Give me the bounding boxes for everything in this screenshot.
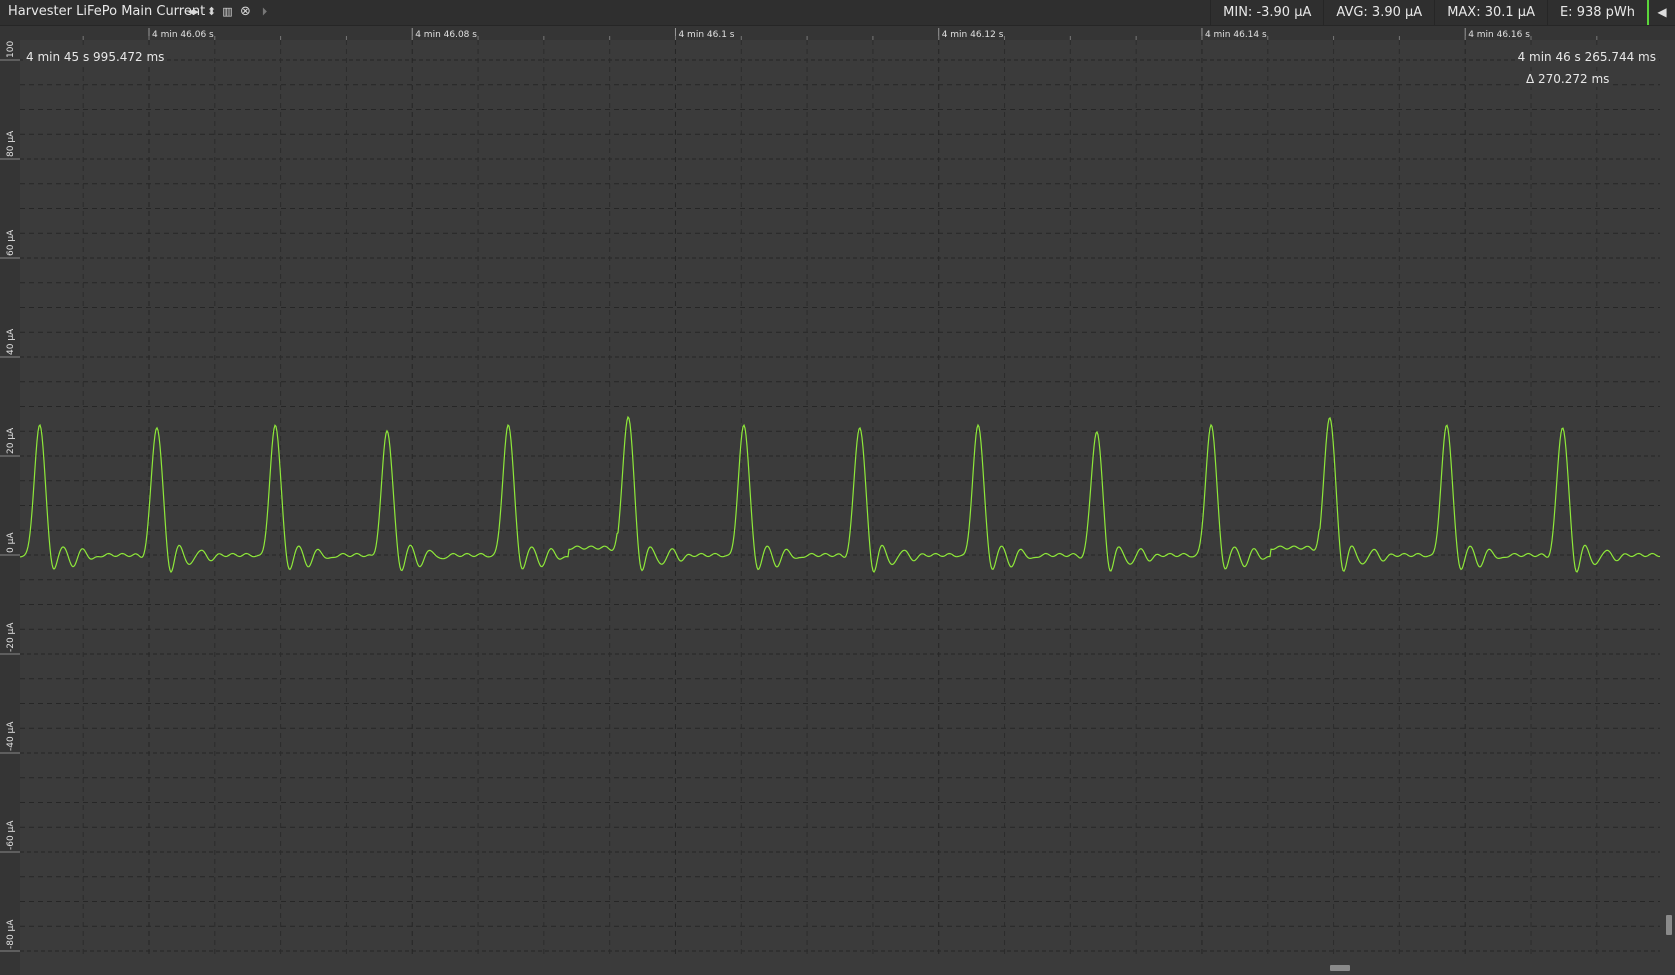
y-tick-label: 40 µA — [6, 328, 16, 355]
y-axis: 100 80 µA 60 µA 40 µA 20 µA 0 µA -20 µA -40 µA -… — [0, 40, 20, 975]
avg-stat: AVG: 3.90 µA — [1323, 0, 1434, 25]
y-tick-label: -80 µA — [6, 919, 16, 949]
y-tick-label: -60 µA — [6, 820, 16, 850]
x-tick-label: 4 min 46.06 s — [152, 30, 214, 40]
y-tick-label: 0 µA — [6, 532, 16, 553]
x-tick-label: 4 min 46.14 s — [1205, 30, 1267, 40]
vertical-expand-icon[interactable]: ⬍ — [205, 5, 218, 19]
collapse-panel-icon[interactable]: ◀ — [1647, 0, 1675, 25]
x-tick-label: 4 min 46.08 s — [415, 30, 477, 40]
close-icon[interactable]: ⊗ — [239, 5, 252, 19]
channel-title: Harvester LiFePo Main Current — [8, 4, 206, 19]
x-tick-label: 4 min 46.12 s — [942, 30, 1004, 40]
play-next-icon[interactable]: ⏵ — [258, 5, 271, 19]
max-stat: MAX: 30.1 µA — [1434, 0, 1547, 25]
horizontal-scrollbar[interactable] — [1330, 965, 1350, 971]
y-tick-label: 20 µA — [6, 427, 16, 454]
y-tick-label: 60 µA — [6, 229, 16, 256]
cursor-delta: Δ 270.272 ms — [1523, 71, 1613, 87]
x-tick-label: 4 min 46.16 s — [1468, 30, 1530, 40]
chart-grid — [20, 40, 1660, 958]
energy-stat: E: 938 pWh — [1546, 0, 1647, 25]
y-tick-label: 100 — [6, 41, 16, 58]
x-tick-label: 4 min 46.1 s — [678, 30, 734, 40]
y-tick-label: -20 µA — [6, 622, 16, 652]
min-stat: MIN: -3.90 µA — [1210, 0, 1323, 25]
toolbar: Harvester LiFePo Main Current ◂▸ ⬍ ▥ ⊗ ⏵… — [0, 0, 1675, 26]
stats-panel: MIN: -3.90 µA AVG: 3.90 µA MAX: 30.1 µA … — [1210, 0, 1675, 25]
current-chart[interactable]: 100 80 µA 60 µA 40 µA 20 µA 0 µA -20 µA -40 µA -… — [0, 26, 1675, 975]
right-cursor-time: 4 min 46 s 265.744 ms — [1514, 49, 1659, 65]
left-cursor-time: 4 min 45 s 995.472 ms — [23, 49, 168, 65]
vertical-scrollbar[interactable] — [1666, 915, 1672, 935]
bar-view-icon[interactable]: ▥ — [221, 5, 234, 19]
x-axis: 4 min 46.06 s 4 min 46.08 s 4 min 46.1 s 4 … — [0, 26, 1675, 40]
y-tick-label: 80 µA — [6, 130, 16, 157]
y-tick-label: -40 µA — [6, 721, 16, 751]
horizontal-expand-icon[interactable]: ◂▸ — [187, 5, 200, 19]
